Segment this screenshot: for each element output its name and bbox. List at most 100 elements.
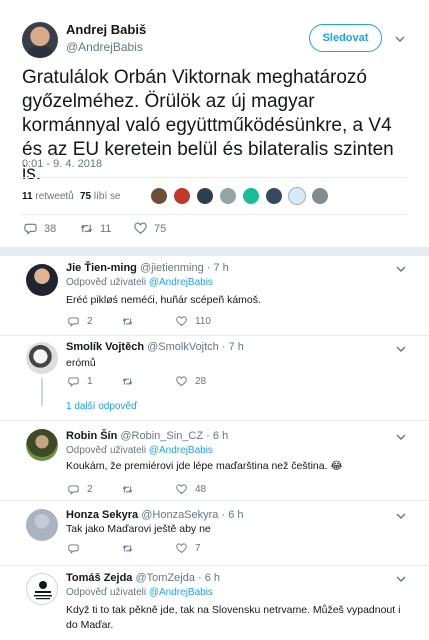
heart-icon xyxy=(176,316,187,327)
reply-actions: 2 48 xyxy=(66,484,266,498)
reply-icon xyxy=(68,317,79,327)
reply-tweet[interactable]: Smolík Vojtěch @SmolkVojtch · 7 h erómů … xyxy=(0,336,429,420)
reply-to-prefix: Odpověď uživateli xyxy=(66,277,147,288)
reply-author-handle: @HonzaSekyra xyxy=(141,509,219,521)
avatar[interactable] xyxy=(26,509,58,541)
like-action[interactable]: 75 xyxy=(134,222,166,235)
chevron-down-icon[interactable] xyxy=(396,344,406,354)
reply-to: Odpověď uživateli @AndrejBabis xyxy=(66,445,213,456)
reply-author-handle: @Robin_Sin_CZ xyxy=(120,430,204,442)
likes-stat[interactable]: 75 líbí se xyxy=(80,191,121,202)
retweets-label: retweetů xyxy=(35,191,74,202)
liker-avatar[interactable] xyxy=(150,187,168,205)
reply-count: 2 xyxy=(87,484,93,495)
heart-icon xyxy=(176,484,187,495)
author-handle[interactable]: @AndrejBabis xyxy=(66,40,143,54)
reply-action[interactable]: 2 xyxy=(68,316,93,327)
liker-avatar[interactable] xyxy=(288,187,306,205)
likes-count: 75 xyxy=(80,191,92,202)
reply-text: Eréć pikløś neméći, huñár scépeñ kámoš. xyxy=(66,294,261,306)
reply-to: Odpověď uživateli @AndrejBabis xyxy=(66,587,213,598)
like-count: 110 xyxy=(195,316,211,327)
retweet-action[interactable] xyxy=(122,484,141,495)
reply-tweet[interactable]: Robin Šín @Robin_Sin_CZ · 6 h Odpověď už… xyxy=(0,421,429,501)
avatar[interactable] xyxy=(26,342,58,374)
chevron-down-icon[interactable] xyxy=(396,264,406,274)
liker-avatar[interactable] xyxy=(196,187,214,205)
tweet-timestamp[interactable]: 0:01 - 9. 4. 2018 xyxy=(22,158,102,170)
retweet-action[interactable] xyxy=(122,543,141,554)
reply-to-handle[interactable]: @AndrejBabis xyxy=(149,277,213,288)
author-name[interactable]: Andrej Babiš xyxy=(66,22,146,37)
reply-tweet[interactable]: Honza Sekyra @HonzaSekyra · 6 h Tak jako… xyxy=(0,501,429,565)
section-divider xyxy=(0,247,429,256)
follow-button[interactable]: Sledovat xyxy=(309,24,382,52)
reply-author[interactable]: Robin Šín @Robin_Sin_CZ · 6 h xyxy=(66,430,228,442)
like-action[interactable]: 7 xyxy=(176,543,201,554)
retweet-action[interactable]: 11 xyxy=(80,222,111,235)
reply-text: Když ti to tak pěkně jde, tak na Slovens… xyxy=(66,604,401,631)
reply-to-handle[interactable]: @AndrejBabis xyxy=(149,445,213,456)
reply-author[interactable]: Jie Ťien-ming @jietienming · 7 h xyxy=(66,262,229,274)
reply-author-handle: @SmolkVojtch xyxy=(147,341,219,353)
reply-action[interactable]: 1 xyxy=(68,376,93,387)
reply-author-name: Jie Ťien-ming xyxy=(66,262,137,274)
reply-author[interactable]: Honza Sekyra @HonzaSekyra · 6 h xyxy=(66,509,244,521)
chevron-down-icon[interactable] xyxy=(395,34,405,44)
like-action[interactable]: 28 xyxy=(176,376,206,387)
likes-label: líbí se xyxy=(93,191,121,202)
reply-author[interactable]: Tomáš Zejda @TomZejda · 6 h xyxy=(66,572,220,584)
reply-actions: 7 xyxy=(66,543,266,557)
retweet-action[interactable] xyxy=(122,316,141,327)
heart-icon xyxy=(176,376,187,387)
reply-tweet[interactable]: Jie Ťien-ming @jietienming · 7 h Odpověď… xyxy=(0,256,429,339)
reply-action[interactable]: 2 xyxy=(68,484,93,495)
like-count: 75 xyxy=(154,222,167,235)
retweet-count: 11 xyxy=(100,222,112,235)
heart-icon xyxy=(176,543,187,554)
liker-avatar[interactable] xyxy=(311,187,329,205)
more-replies-link[interactable]: 1 další odpověď xyxy=(66,401,137,412)
reply-icon xyxy=(68,485,79,495)
retweet-icon xyxy=(80,224,93,233)
retweet-action[interactable] xyxy=(122,376,141,387)
author-avatar[interactable] xyxy=(22,22,58,58)
chevron-down-icon[interactable] xyxy=(396,511,406,521)
reply-count: 2 xyxy=(87,316,93,327)
reply-author[interactable]: Smolík Vojtěch @SmolkVojtch · 7 h xyxy=(66,341,244,353)
reply-count: 38 xyxy=(44,222,57,235)
reply-icon xyxy=(68,377,79,387)
avatar[interactable] xyxy=(26,429,58,461)
like-action[interactable]: 48 xyxy=(176,484,206,495)
thread-line xyxy=(41,378,43,406)
liker-avatar[interactable] xyxy=(242,187,260,205)
avatar[interactable] xyxy=(26,264,58,296)
main-tweet: Andrej Babiš @AndrejBabis Sledovat Gratu… xyxy=(0,0,429,256)
avatar[interactable] xyxy=(26,573,58,605)
reply-action[interactable]: 38 xyxy=(24,222,56,235)
reply-author-name: Tomáš Zejda xyxy=(66,572,133,584)
reply-time: · 7 h xyxy=(221,341,244,353)
reply-author-handle: @TomZejda xyxy=(135,572,195,584)
reply-text: Koukám, že premiérovi jde lépe maďarštin… xyxy=(66,460,343,472)
reply-to-prefix: Odpověď uživateli xyxy=(66,445,147,456)
reply-to-handle[interactable]: @AndrejBabis xyxy=(149,587,213,598)
reply-action[interactable] xyxy=(68,543,87,554)
reply-text: erómů xyxy=(66,357,96,369)
reply-count: 1 xyxy=(87,376,93,387)
retweets-stat[interactable]: 11 retweetů xyxy=(22,191,74,202)
reply-time: · 6 h xyxy=(206,430,229,442)
like-count: 28 xyxy=(195,376,207,387)
retweets-count: 11 xyxy=(22,191,33,202)
liker-avatar[interactable] xyxy=(219,187,237,205)
chevron-down-icon[interactable] xyxy=(396,574,406,584)
chevron-down-icon[interactable] xyxy=(396,432,406,442)
reply-actions: 2 110 xyxy=(66,316,266,330)
retweet-icon xyxy=(122,318,133,325)
reply-author-name: Smolík Vojtěch xyxy=(66,341,145,353)
like-action[interactable]: 110 xyxy=(176,316,211,327)
liker-avatar[interactable] xyxy=(265,187,283,205)
reply-actions: 1 28 xyxy=(66,376,266,390)
reply-tweet[interactable]: Tomáš Zejda @TomZejda · 6 h Odpověď uživ… xyxy=(0,566,429,640)
liker-avatar[interactable] xyxy=(173,187,191,205)
